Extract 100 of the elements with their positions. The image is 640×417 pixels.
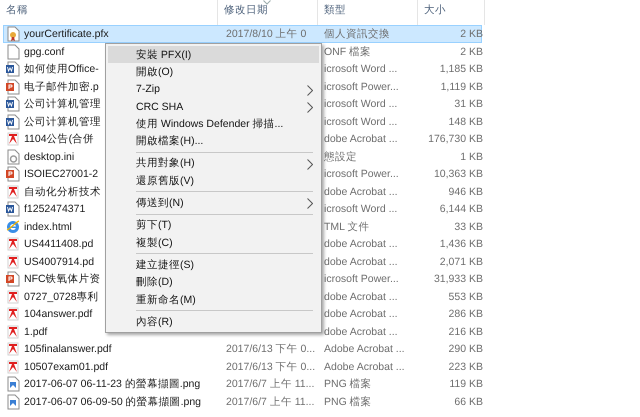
file-name: US4411408.pd xyxy=(24,238,94,250)
file-type: 態設定 xyxy=(324,150,357,162)
file-name: index.html xyxy=(24,220,72,232)
word-document-icon xyxy=(6,61,20,77)
file-size: 148 KB xyxy=(448,116,483,128)
pdf-icon xyxy=(6,358,20,374)
menu-item[interactable]: 安裝 PFX(I) xyxy=(108,46,319,64)
pdf-icon xyxy=(6,184,20,200)
file-name: 104answer.pdf xyxy=(24,308,92,320)
pdf-icon xyxy=(6,306,20,322)
menu-item[interactable]: 重新命名(M) xyxy=(108,290,319,308)
file-type: icrosoft Power... xyxy=(324,168,399,180)
file-name: desktop.ini xyxy=(24,150,74,162)
file-size: 1,119 KB xyxy=(440,80,483,92)
file-icon xyxy=(6,44,20,60)
settings-file-icon xyxy=(6,148,20,164)
file-name: 2017-06-07 06-09-50 的螢幕擷圖.png xyxy=(24,394,202,408)
file-name: 10507exam01.pdf xyxy=(24,360,108,372)
file-name: 0727_0728專利 xyxy=(24,290,99,304)
file-size: 216 KB xyxy=(448,326,483,338)
file-type: dobe Acrobat ... xyxy=(324,186,398,198)
menu-item[interactable]: 還原舊版(V) xyxy=(108,172,319,190)
web-page-icon xyxy=(6,218,20,234)
powerpoint-document-icon xyxy=(6,166,20,182)
file-type: icrosoft Word ... xyxy=(324,203,398,215)
powerpoint-document-icon xyxy=(6,78,20,94)
menu-item[interactable]: 建立捷徑(S) xyxy=(108,256,319,274)
file-size: 2,071 KB xyxy=(440,256,483,268)
file-size: 946 KB xyxy=(448,186,483,198)
certificate-icon xyxy=(6,26,20,42)
file-size: 2 KB xyxy=(460,46,483,58)
file-type: dobe Acrobat ... xyxy=(324,133,398,145)
file-type: Adobe Acrobat ... xyxy=(324,360,405,372)
file-type: dobe Acrobat ... xyxy=(324,308,398,320)
file-name: 2017-06-07 06-11-23 的螢幕擷圖.png xyxy=(24,377,200,391)
file-type: dobe Acrobat ... xyxy=(324,238,398,250)
pdf-icon xyxy=(6,341,20,357)
file-name: f1252474371 xyxy=(24,203,86,215)
file-type: Adobe Acrobat ... xyxy=(324,343,405,355)
word-document-icon xyxy=(6,114,20,130)
file-size: 176,730 KB xyxy=(428,133,483,145)
menu-item[interactable]: 刪除(D) xyxy=(108,274,319,291)
file-size: 553 KB xyxy=(448,290,483,302)
file-size: 33 KB xyxy=(454,220,483,232)
file-name: 1.pdf xyxy=(24,326,48,338)
modified-date: 2017/6/13 下午 0... xyxy=(226,343,316,355)
file-name: yourCertificate.pfx xyxy=(24,28,109,40)
word-document-icon xyxy=(6,201,20,217)
file-name: gpg.conf xyxy=(24,46,64,58)
file-type: icrosoft Power... xyxy=(324,273,399,285)
file-type: dobe Acrobat ... xyxy=(324,326,398,338)
menu-item[interactable]: 開啟(O) xyxy=(108,63,319,81)
file-size: 2 KB xyxy=(460,28,483,40)
file-type: PNG 檔案 xyxy=(324,396,372,408)
image-file-icon xyxy=(6,376,20,392)
modified-date: 2017/6/7 上午 11... xyxy=(226,396,314,408)
pdf-icon xyxy=(6,131,20,147)
file-type: ONF 檔案 xyxy=(324,46,372,58)
file-name: NFC铁氧体片资 xyxy=(24,272,101,286)
word-document-icon xyxy=(6,96,20,112)
file-type: icrosoft Word ... xyxy=(324,98,398,110)
file-row[interactable]: yourCertificate.pfx 2017/8/10 上午 0 個人資訊交換 2 KB xyxy=(3,25,482,42)
file-size: 223 KB xyxy=(448,360,483,372)
menu-item[interactable]: 7-Zip xyxy=(108,80,319,98)
file-name: 自动化分析技术 xyxy=(24,184,101,198)
file-type: dobe Acrobat ... xyxy=(324,256,398,268)
file-size: 1,436 KB xyxy=(440,238,483,250)
file-size: 10,363 KB xyxy=(434,168,483,180)
file-size: 1,185 KB xyxy=(440,63,483,75)
file-name: 电子邮件加密.p xyxy=(24,80,99,94)
pdf-icon xyxy=(6,236,20,252)
menu-item[interactable]: 內容(R) xyxy=(108,313,319,330)
file-type: icrosoft Word ... xyxy=(324,116,398,128)
file-name: US4007914.pd xyxy=(24,256,94,268)
modified-date: 2017/6/13 下午 0... xyxy=(226,360,316,372)
file-name: 105finalanswer.pdf xyxy=(24,343,112,355)
file-size: 6,144 KB xyxy=(440,203,483,215)
file-type: TML 文件 xyxy=(324,220,370,232)
file-type: icrosoft Word ... xyxy=(324,63,398,75)
image-file-icon xyxy=(6,394,20,410)
menu-item[interactable]: 複製(C) xyxy=(108,234,319,252)
file-size: 119 KB xyxy=(449,378,483,390)
file-size: 286 KB xyxy=(448,308,483,320)
menu-item[interactable]: 傳送到(N) xyxy=(108,194,319,212)
menu-item[interactable]: 剪下(T) xyxy=(108,216,319,234)
file-type: PNG 檔案 xyxy=(324,378,372,390)
menu-item[interactable]: 使用 Windows Defender 掃描... xyxy=(108,115,319,132)
menu-item[interactable]: 開啟檔案(H)... xyxy=(108,132,319,150)
file-name: 公司计算机管理 xyxy=(24,114,101,128)
pdf-icon xyxy=(6,324,20,340)
file-size: 31,933 KB xyxy=(434,273,483,285)
file-size: 1 KB xyxy=(460,150,483,162)
file-name: 如何使用Office- xyxy=(24,62,99,76)
file-size: 31 KB xyxy=(454,98,483,110)
modified-date: 2017/6/7 上午 11... xyxy=(226,378,314,390)
file-name: ISOIEC27001-2 xyxy=(24,168,98,180)
modified-date: 2017/8/10 上午 0 xyxy=(226,28,306,40)
file-type: dobe Acrobat ... xyxy=(324,290,398,302)
menu-item[interactable]: CRC SHA xyxy=(108,98,319,116)
menu-item[interactable]: 共用對象(H) xyxy=(108,154,319,172)
